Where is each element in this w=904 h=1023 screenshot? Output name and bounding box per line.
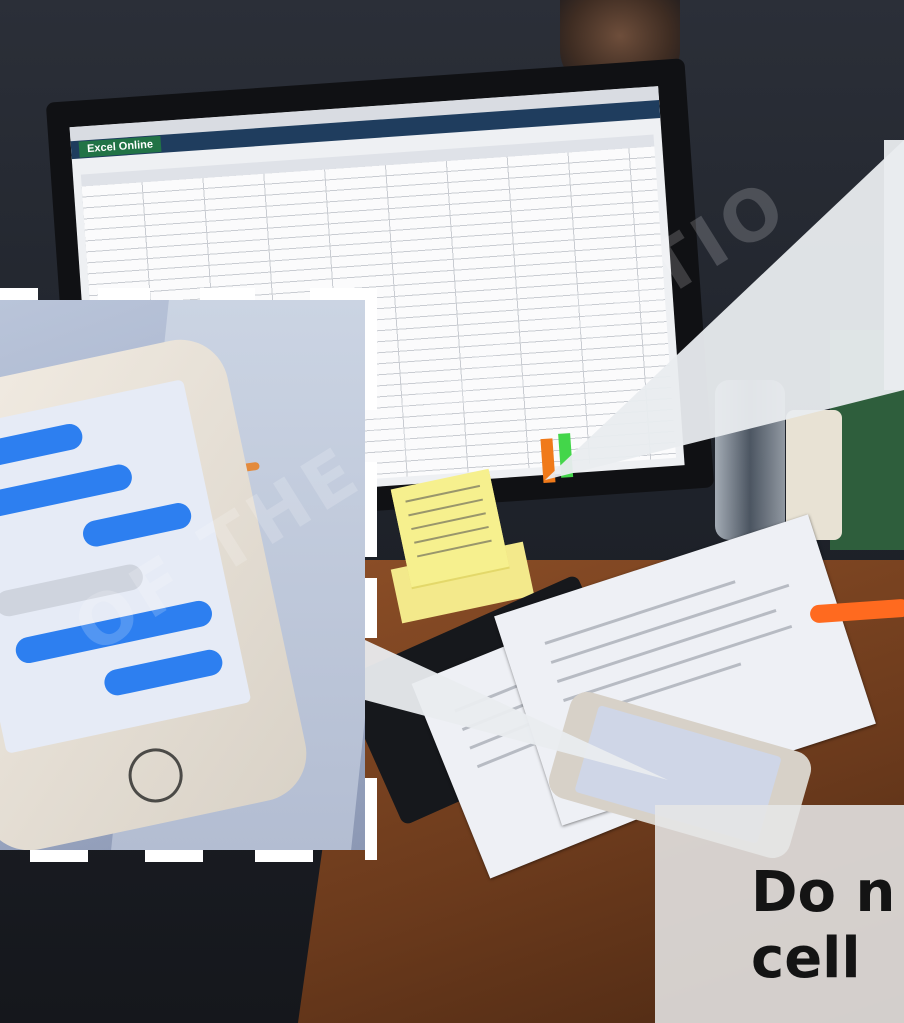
inset-phone-screen [0,379,252,754]
photo-scene: Excel Online Do n cell [0,0,904,1023]
caption-box: Do n cell [655,805,904,1023]
caption-text: Do n cell [751,860,896,991]
phone-home-button [123,743,188,808]
monitor-callout-pointer [545,140,904,480]
monitor-callout-panel-edge [884,140,904,390]
zoomed-phone-inset [0,300,365,850]
phone-callout-pointer [365,640,668,780]
